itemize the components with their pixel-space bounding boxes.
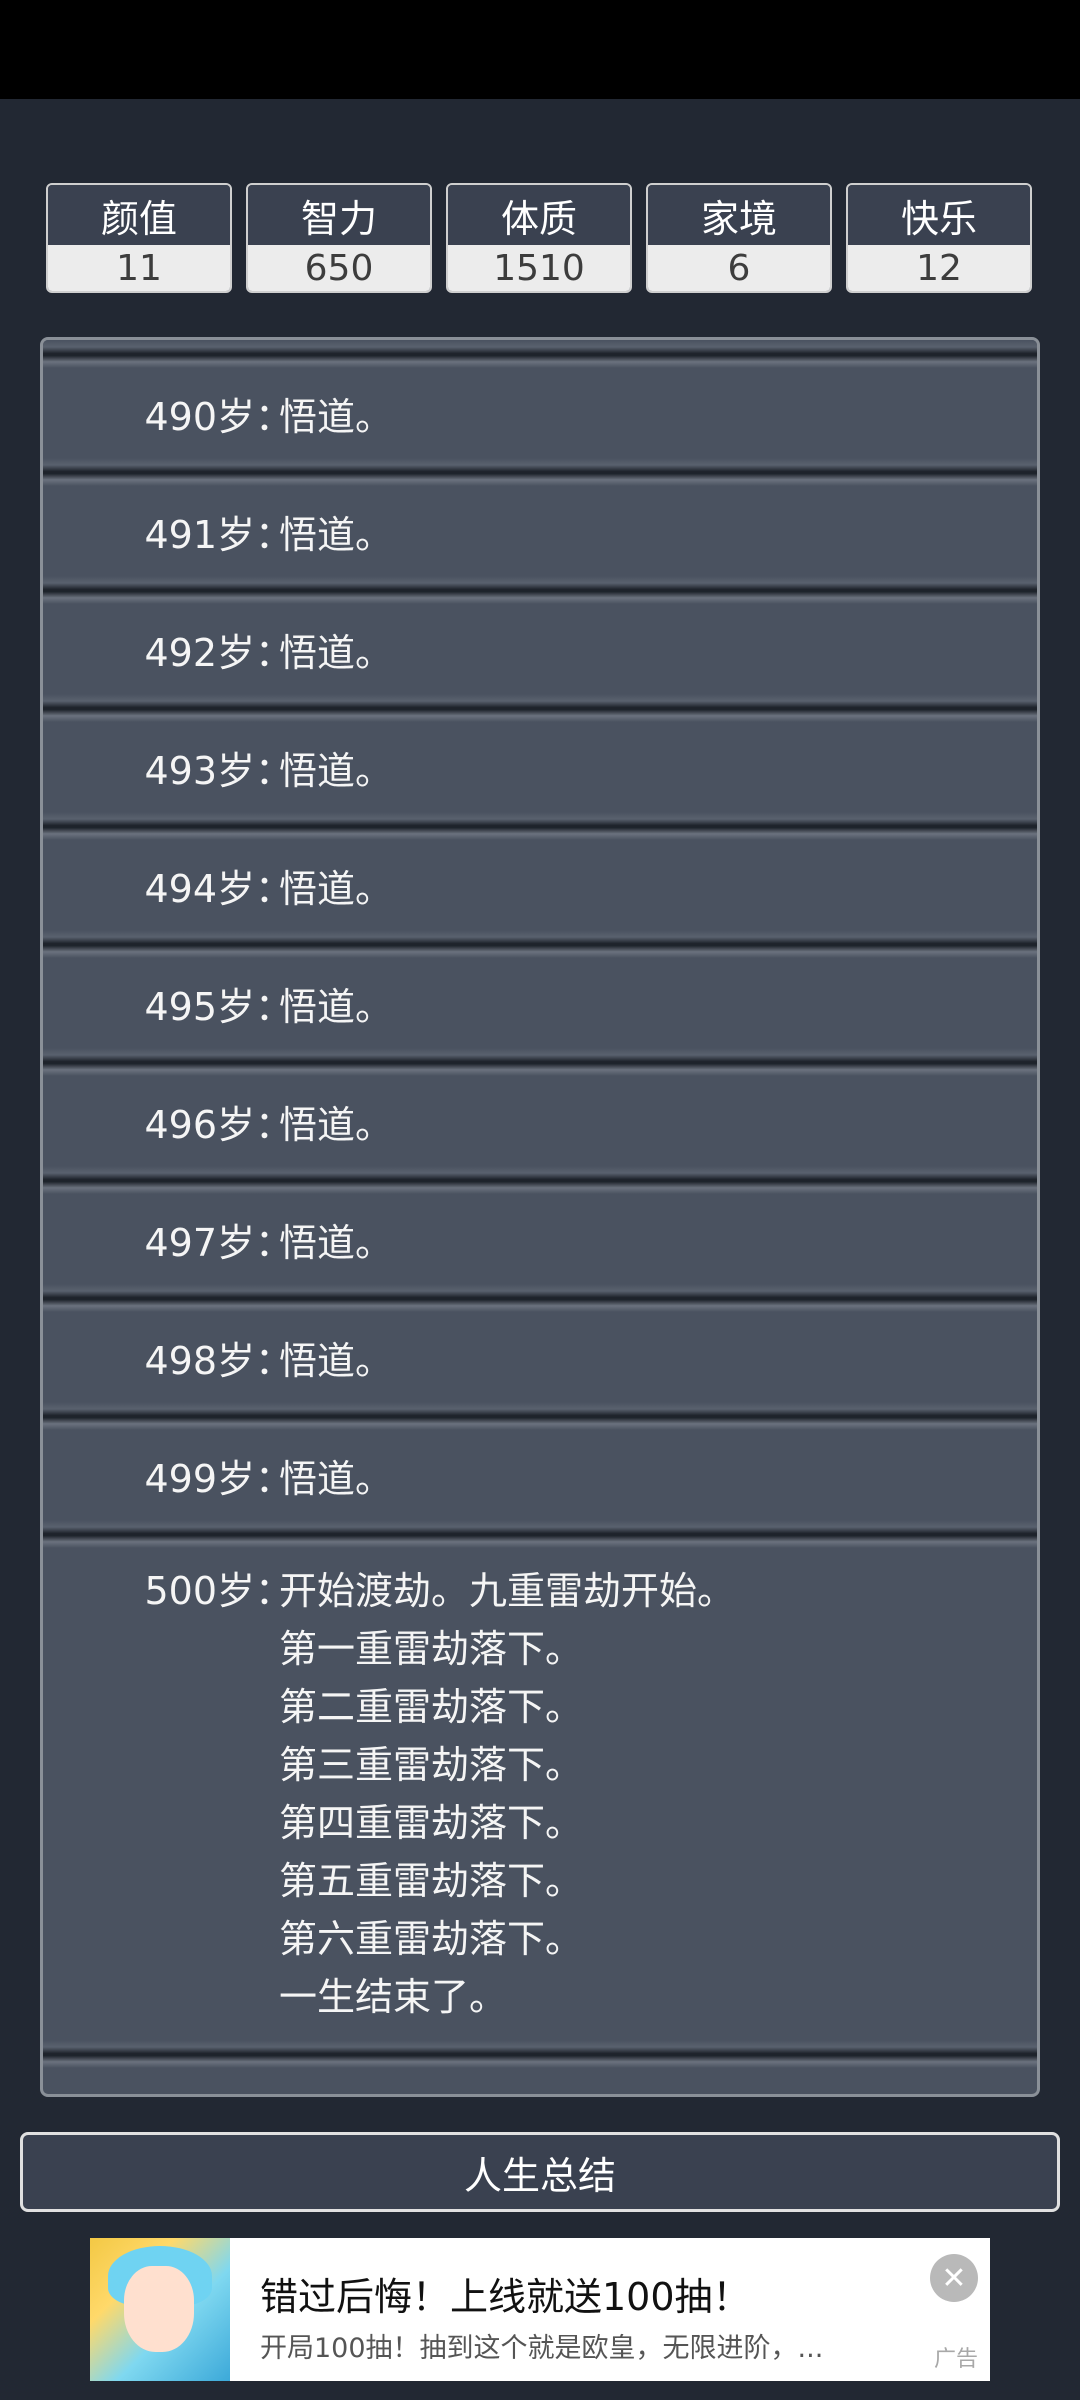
log-entry: 496岁 ： 悟道。 [43,1076,1037,1166]
entry-age: 500岁 [144,1569,255,1613]
stat-appearance: 颜值 11 [46,183,232,293]
log-entry: 498岁 ： 悟道。 [43,1312,1037,1402]
entry-age: 492岁 [144,630,255,675]
stat-family: 家境 6 [646,183,832,293]
entry-age: 498岁 [144,1338,255,1383]
stat-constitution: 体质 1510 [446,183,632,293]
log-entry: 491岁 ： 悟道。 [43,486,1037,576]
entry-colon: ： [255,748,294,793]
entry-text: 悟道。 [279,1102,394,1147]
ad-banner[interactable]: 错过后悔！上线就送100抽！ 开局100抽！抽到这个就是欧皇，无限进阶，... … [90,2238,990,2381]
log-entry: 493岁 ： 悟道。 [43,722,1037,812]
log-entry: 492岁 ： 悟道。 [43,604,1037,694]
life-log-panel[interactable]: 490岁 ： 悟道。 491岁 ： 悟道。 492岁 ： 悟道。 493岁 ： … [40,337,1040,2097]
log-divider [43,694,1037,722]
stat-intelligence: 智力 650 [246,183,432,293]
entry-colon: ： [255,984,294,1029]
entry-line: 第二重雷劫落下。 [279,1685,584,1729]
entry-colon: ： [255,1456,294,1501]
log-divider [43,930,1037,958]
log-divider [43,1402,1037,1430]
stat-label: 体质 [448,185,630,245]
attribute-stats: 颜值 11 智力 650 体质 1510 家境 6 快乐 12 [46,183,1034,293]
entry-text: 悟道。 [279,1338,394,1383]
entry-line: 第五重雷劫落下。 [279,1859,584,1903]
entry-colon: ： [255,394,294,439]
stat-value: 1510 [448,245,630,291]
entry-age: 493岁 [144,748,255,793]
entry-colon: ： [255,512,294,557]
log-entry-final: 500岁 ： 开始渡劫。九重雷劫开始。 第一重雷劫落下。 第二重雷劫落下。 第三… [43,1548,1037,2040]
log-divider [43,2040,1037,2068]
entry-colon: ： [255,866,294,911]
entry-colon: ： [255,1569,294,1613]
stat-value: 6 [648,245,830,291]
stat-value: 11 [48,245,230,291]
stat-label: 颜值 [48,185,230,245]
stat-value: 12 [848,245,1030,291]
entry-text: 悟道。 [279,984,394,1029]
log-divider [43,1048,1037,1076]
entry-line: 一生结束了。 [279,1975,508,2019]
entry-lines: 开始渡劫。九重雷劫开始。 第一重雷劫落下。 第二重雷劫落下。 第三重雷劫落下。 … [279,1562,735,2026]
stat-label: 快乐 [848,185,1030,245]
entry-line: 开始渡劫。九重雷劫开始。 [279,1569,736,1613]
entry-colon: ： [255,1102,294,1147]
entry-text: 悟道。 [279,866,394,911]
log-entry: 497岁 ： 悟道。 [43,1194,1037,1284]
entry-line: 第六重雷劫落下。 [279,1917,584,1961]
stat-happiness: 快乐 12 [846,183,1032,293]
stat-label: 智力 [248,185,430,245]
log-divider [43,1284,1037,1312]
entry-colon: ： [255,1220,294,1265]
log-divider [43,458,1037,486]
entry-age: 494岁 [144,866,255,911]
status-bar [0,0,1080,99]
stat-value: 650 [248,245,430,291]
ad-title[interactable]: 错过后悔！上线就送100抽！ [260,2266,751,2321]
log-divider [43,576,1037,604]
ad-character-face [124,2266,194,2352]
log-entry: 490岁 ： 悟道。 [43,368,1037,458]
life-summary-button[interactable]: 人生总结 [20,2132,1060,2212]
log-entry: 495岁 ： 悟道。 [43,958,1037,1048]
entry-text: 悟道。 [279,748,394,793]
entry-age: 491岁 [144,512,255,557]
log-divider [43,1520,1037,1548]
entry-age: 496岁 [144,1102,255,1147]
close-icon[interactable]: ✕ [930,2254,978,2302]
entry-colon: ： [255,1338,294,1383]
stat-label: 家境 [648,185,830,245]
entry-age: 490岁 [144,394,255,439]
log-divider [43,1166,1037,1194]
entry-age: 497岁 [144,1220,255,1265]
ad-character-image[interactable] [90,2238,230,2381]
log-entry: 499岁 ： 悟道。 [43,1430,1037,1520]
entry-text: 悟道。 [279,394,394,439]
entry-text: 悟道。 [279,630,394,675]
entry-text: 悟道。 [279,1456,394,1501]
entry-line: 第四重雷劫落下。 [279,1801,584,1845]
log-entry: 494岁 ： 悟道。 [43,840,1037,930]
entry-colon: ： [255,630,294,675]
entry-line: 第一重雷劫落下。 [279,1627,584,1671]
entry-line: 第三重雷劫落下。 [279,1743,584,1787]
entry-age: 499岁 [144,1456,255,1501]
ad-tag: 广告 [933,2347,978,2372]
ad-description[interactable]: 开局100抽！抽到这个就是欧皇，无限进阶，... [260,2326,823,2365]
log-divider [43,812,1037,840]
entry-age: 495岁 [144,984,255,1029]
entry-text: 悟道。 [279,512,394,557]
log-divider [43,340,1037,368]
entry-text: 悟道。 [279,1220,394,1265]
